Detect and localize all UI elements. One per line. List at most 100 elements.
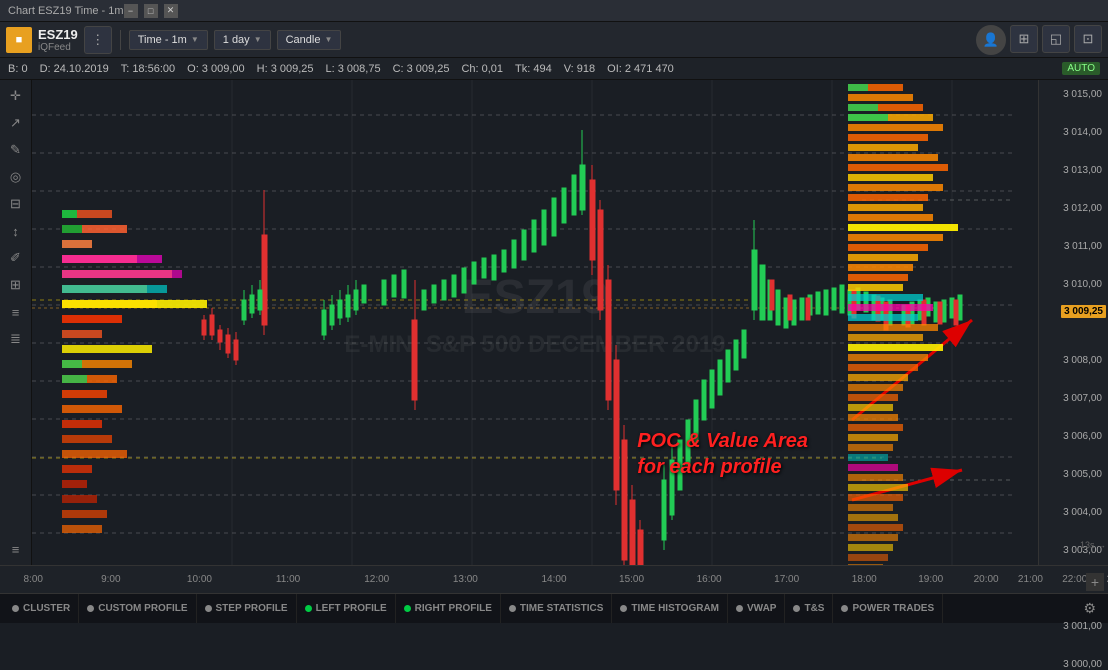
tab-dot-left-profile	[305, 605, 312, 612]
bottom-tool[interactable]: ≡	[4, 537, 28, 561]
info-v: V: 918	[564, 63, 595, 75]
time-label-1200: 12:00	[364, 574, 389, 585]
separator-1	[120, 30, 121, 50]
menu-tool[interactable]: ≡	[4, 300, 28, 324]
chart-type-dropdown[interactable]: Candle ▼	[277, 30, 342, 50]
layout-icon[interactable]: ◱	[1042, 25, 1070, 53]
tab-dot-time-statistics	[509, 605, 516, 612]
tab-time-statistics[interactable]: TIME STATISTICS	[501, 594, 613, 624]
time-label-2200: 22:00	[1062, 574, 1087, 585]
info-o: O: 3 009,00	[187, 63, 245, 75]
main-area: ✛ ↗ ✎ ◎ ⊟ ↕ ✐ ⊞ ≡ ≣ ≡ ESZ19 E-MINI S&P 5…	[0, 80, 1108, 565]
tab-dot-power-trades	[841, 605, 848, 612]
price-level-3008: 3 008,00	[1063, 355, 1106, 366]
auto-label: AUTO	[1062, 62, 1100, 75]
tab-step-profile[interactable]: STEP PROFILE	[197, 594, 297, 624]
time-label-1700: 17:00	[774, 574, 799, 585]
price-level-3006: 3 006,00	[1063, 431, 1106, 442]
chevron-down-icon: ▼	[254, 35, 262, 44]
tab-vwap[interactable]: VWAP	[728, 594, 785, 624]
price-level-current: 3 009,25	[1061, 305, 1106, 318]
period-dropdown[interactable]: 1 day ▼	[214, 30, 271, 50]
toolbar-right-icons: 👤 ⊞ ◱ ⊡	[976, 25, 1102, 55]
tab-left-profile[interactable]: LEFT PROFILE	[297, 594, 396, 624]
time-label-900: 9:00	[101, 574, 120, 585]
symbol-label: ESZ19	[38, 27, 78, 42]
price-level-3000: 3 000,00	[1063, 659, 1106, 670]
title-bar-text: Chart ESZ19 Time - 1m	[8, 5, 124, 17]
tab-dot-step-profile	[205, 605, 212, 612]
price-level-3007: 3 007,00	[1063, 393, 1106, 404]
time-label-800: 8:00	[24, 574, 43, 585]
account-icon[interactable]: 👤	[976, 25, 1006, 55]
app-logo: ■	[6, 27, 32, 53]
tab-dot-vwap	[736, 605, 743, 612]
info-t: T: 18:56:00	[121, 63, 175, 75]
info-l: L: 3 008,75	[326, 63, 381, 75]
chevron-down-icon: ▼	[191, 35, 199, 44]
time-dropdown[interactable]: Time - 1m ▼	[129, 30, 208, 50]
time-label-1300: 13:00	[453, 574, 478, 585]
price-level-3015: 3 015,00	[1063, 89, 1106, 100]
text-tool[interactable]: ✐	[4, 246, 28, 270]
tab-power-trades[interactable]: POWER TRADES	[833, 594, 943, 624]
price-level-3013: 3 013,00	[1063, 165, 1106, 176]
rect-tool[interactable]: ⊟	[4, 192, 28, 216]
time-label-2100: 21:00	[1018, 574, 1043, 585]
title-bar: Chart ESZ19 Time - 1m − □ ✕	[0, 0, 1108, 22]
scroll-indicator: 13s →	[1080, 540, 1106, 550]
fullscreen-icon[interactable]: ⊡	[1074, 25, 1102, 53]
info-b: B: 0	[8, 63, 28, 75]
chart-container[interactable]: ESZ19 E-MINI S&P 500 DECEMBER 2019	[32, 80, 1038, 565]
tab-cluster[interactable]: CLUSTER	[4, 594, 79, 624]
tab-dot-cluster	[12, 605, 19, 612]
tab-custom-profile[interactable]: CUSTOM PROFILE	[79, 594, 196, 624]
time-label-1900: 19:00	[918, 574, 943, 585]
left-sidebar: ✛ ↗ ✎ ◎ ⊟ ↕ ✐ ⊞ ≡ ≣ ≡	[0, 80, 32, 565]
tab-dot-time-histogram	[620, 605, 627, 612]
circle-tool[interactable]: ◎	[4, 165, 28, 189]
grid-tool[interactable]: ⊞	[4, 273, 28, 297]
price-level-3011: 3 011,00	[1064, 241, 1106, 252]
feed-label: iQFeed	[38, 42, 78, 53]
time-axis: 8:00 9:00 10:00 11:00 12:00 13:00 14:00 …	[0, 565, 1108, 593]
chart-svg	[32, 80, 1038, 565]
tab-dot-ts	[793, 605, 800, 612]
tab-right-profile[interactable]: RIGHT PROFILE	[396, 594, 501, 624]
time-label-1100: 11:00	[276, 574, 300, 585]
close-button[interactable]: ✕	[164, 4, 178, 18]
price-scale: 3 015,00 3 014,00 3 013,00 3 012,00 3 01…	[1038, 80, 1108, 565]
maximize-button[interactable]: □	[144, 4, 158, 18]
tab-dot-custom-profile	[87, 605, 94, 612]
symbol-options-button[interactable]: ⋮	[84, 26, 112, 54]
minimize-button[interactable]: −	[124, 4, 138, 18]
settings-icon[interactable]: ⚙	[1075, 600, 1104, 617]
tab-time-histogram[interactable]: TIME HISTOGRAM	[612, 594, 728, 624]
info-bar: B: 0 D: 24.10.2019 T: 18:56:00 O: 3 009,…	[0, 58, 1108, 80]
price-level-3014: 3 014,00	[1063, 127, 1106, 138]
tab-ts[interactable]: T&S	[785, 594, 833, 624]
info-tk: Tk: 494	[515, 63, 552, 75]
info-h: H: 3 009,25	[257, 63, 314, 75]
info-d: D: 24.10.2019	[40, 63, 109, 75]
time-label-1000: 10:00	[187, 574, 212, 585]
pencil-tool[interactable]: ✎	[4, 138, 28, 162]
time-label-1500: 15:00	[619, 574, 644, 585]
zoom-in-button[interactable]: +	[1086, 573, 1104, 591]
window-controls: − □ ✕	[124, 4, 178, 18]
price-level-3012: 3 012,00	[1063, 203, 1106, 214]
time-label-2000: 20:00	[974, 574, 999, 585]
cursor-tool[interactable]: ✛	[4, 84, 28, 108]
info-c: C: 3 009,25	[393, 63, 450, 75]
info-ch: Ch: 0,01	[461, 63, 503, 75]
price-level-3005: 3 005,00	[1063, 469, 1106, 480]
time-label-1400: 14:00	[541, 574, 566, 585]
chevron-down-icon: ▼	[324, 35, 332, 44]
toolbar: ■ ESZ19 iQFeed ⋮ Time - 1m ▼ 1 day ▼ Can…	[0, 22, 1108, 58]
price-level-3010: 3 010,00	[1063, 279, 1106, 290]
bars-tool[interactable]: ≣	[4, 327, 28, 351]
info-oi: OI: 2 471 470	[607, 63, 674, 75]
line-tool[interactable]: ↕	[4, 219, 28, 243]
grid-icon[interactable]: ⊞	[1010, 25, 1038, 53]
arrow-tool[interactable]: ↗	[4, 111, 28, 135]
